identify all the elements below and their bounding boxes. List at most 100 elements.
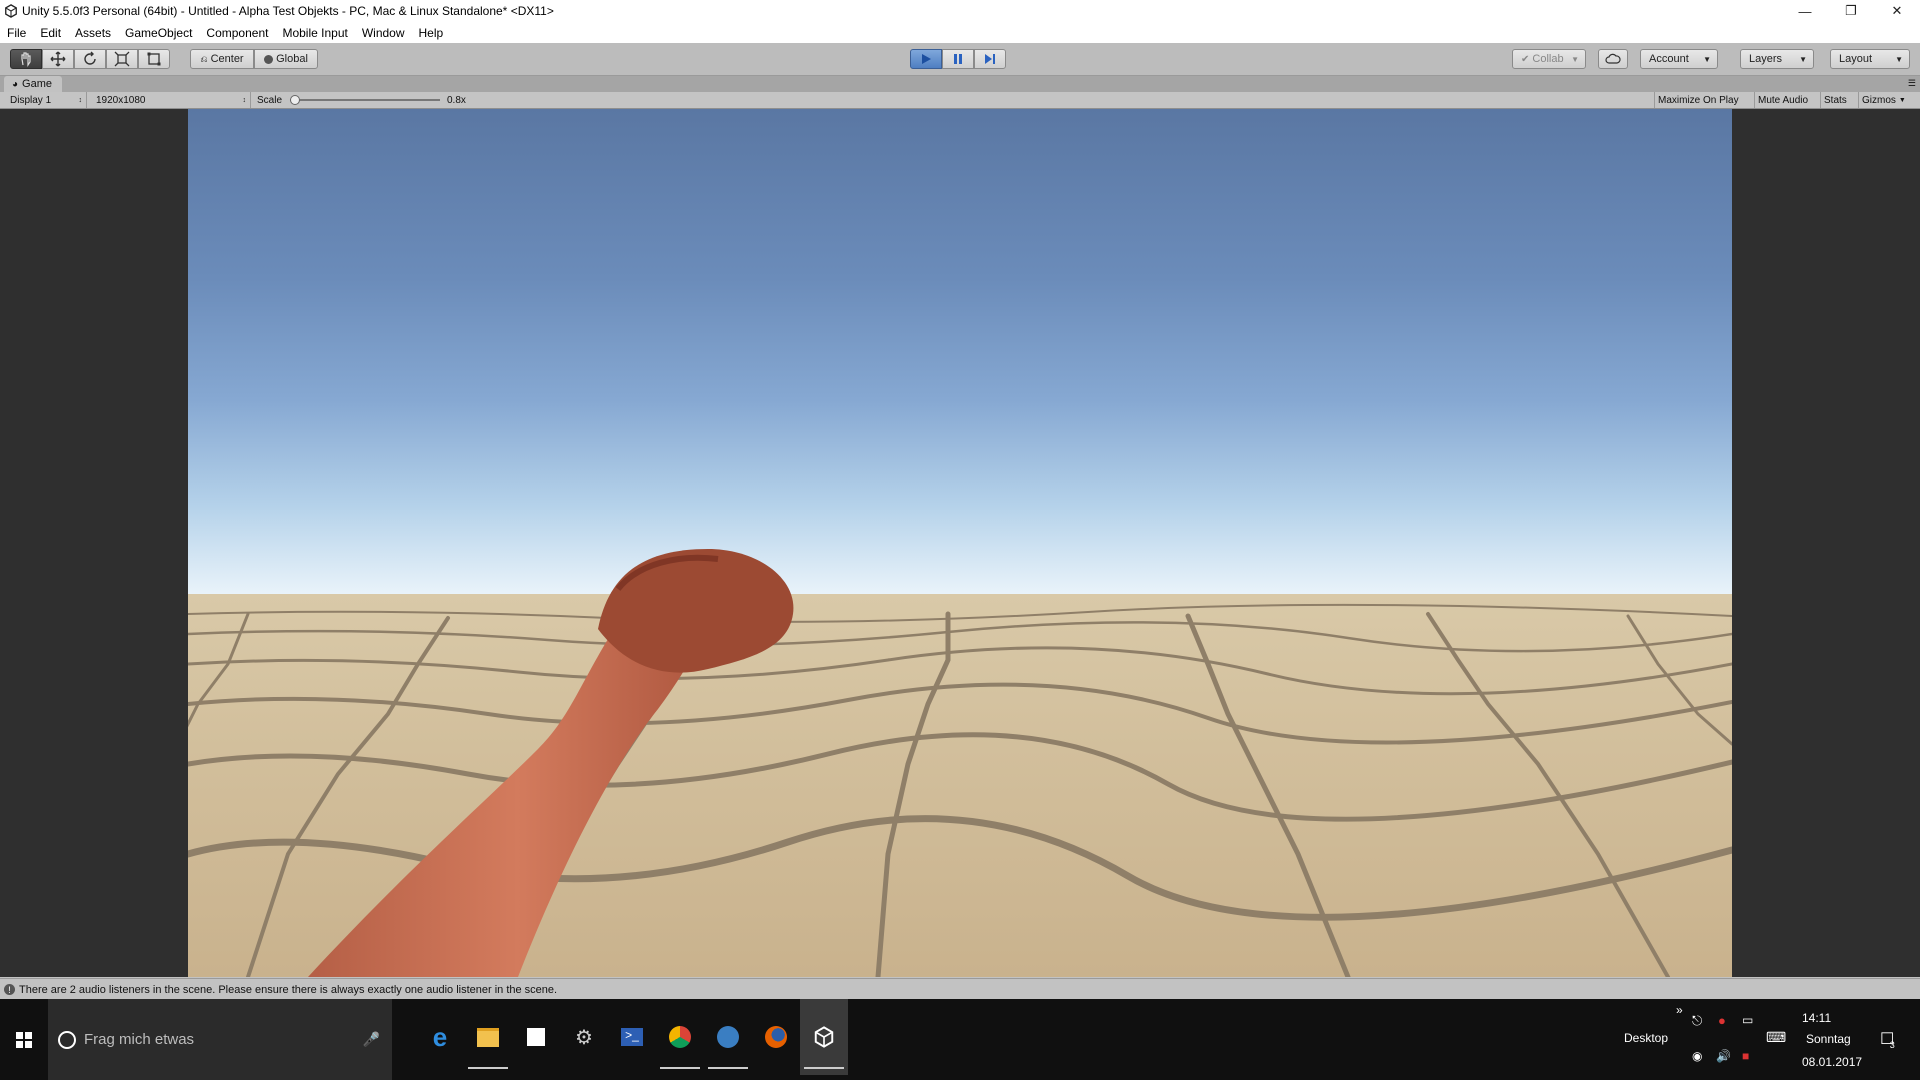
step-icon bbox=[985, 54, 995, 64]
game-icon: ◕ bbox=[12, 78, 19, 90]
menu-gameobject[interactable]: GameObject bbox=[118, 26, 199, 40]
chevron-down-icon: ▼ bbox=[1799, 54, 1807, 64]
play-icon bbox=[922, 54, 931, 64]
console-status-bar[interactable]: ! There are 2 audio listeners in the sce… bbox=[0, 978, 1920, 1000]
clock-day[interactable]: Sonntag bbox=[1806, 1032, 1851, 1046]
globe-icon bbox=[264, 54, 274, 64]
pause-button[interactable] bbox=[942, 49, 974, 69]
menu-mobile-input[interactable]: Mobile Input bbox=[275, 26, 354, 40]
collab-label: Collab bbox=[1532, 53, 1564, 65]
scale-slider[interactable] bbox=[290, 92, 440, 108]
scale-label: Scale bbox=[257, 94, 283, 106]
account-dropdown[interactable]: Account ▼ bbox=[1640, 49, 1718, 69]
menu-file[interactable]: File bbox=[0, 26, 33, 40]
cortana-search-box[interactable]: Frag mich etwas 🎤 bbox=[48, 999, 392, 1080]
move-tool-icon bbox=[50, 51, 66, 67]
taskbar-app-unity[interactable] bbox=[800, 999, 848, 1075]
rect-tool-button[interactable] bbox=[138, 49, 170, 69]
status-message: There are 2 audio listeners in the scene… bbox=[19, 983, 558, 996]
panel-menu-icon[interactable]: ☰ bbox=[1908, 78, 1916, 89]
display-dropdown[interactable]: Display 1 ↕ bbox=[10, 92, 87, 108]
taskbar-app-explorer[interactable] bbox=[464, 999, 512, 1075]
display-label: Display 1 bbox=[10, 94, 52, 106]
menu-window[interactable]: Window bbox=[355, 26, 412, 40]
menu-edit[interactable]: Edit bbox=[33, 26, 68, 40]
check-icon: ✔ bbox=[1521, 53, 1530, 65]
tab-game[interactable]: ◕ Game bbox=[4, 76, 63, 92]
taskbar-app-firefox[interactable] bbox=[752, 999, 800, 1075]
mute-audio-toggle[interactable]: Mute Audio bbox=[1754, 92, 1811, 108]
layout-dropdown[interactable]: Layout ▼ bbox=[1830, 49, 1910, 69]
account-label: Account bbox=[1649, 53, 1689, 65]
maximize-on-play-toggle[interactable]: Maximize On Play bbox=[1654, 92, 1742, 108]
space-label: Global bbox=[276, 53, 308, 65]
taskbar-app-edge[interactable]: e bbox=[416, 999, 464, 1075]
close-icon[interactable]: ✕ bbox=[1874, 0, 1920, 22]
layout-label: Layout bbox=[1839, 53, 1873, 65]
move-tool-button[interactable] bbox=[42, 49, 74, 69]
tray-warning-icon[interactable]: ■ bbox=[1742, 1049, 1749, 1063]
action-center-button[interactable]: ☐ 3 bbox=[1880, 1029, 1903, 1050]
cloud-icon bbox=[1605, 53, 1621, 64]
edge-icon: e bbox=[432, 1021, 448, 1052]
store-icon bbox=[527, 1028, 545, 1046]
tools-icon: ⚙ bbox=[575, 1026, 593, 1049]
tab-game-label: Game bbox=[22, 78, 53, 90]
collab-dropdown[interactable]: ✔ Collab ▼ bbox=[1512, 49, 1586, 69]
unity-icon bbox=[814, 1026, 834, 1048]
powershell-icon: >_ bbox=[621, 1028, 643, 1046]
gizmos-dropdown[interactable]: Gizmos ▼ bbox=[1858, 92, 1909, 108]
taskbar-app-tools[interactable]: ⚙ bbox=[560, 999, 608, 1075]
windows-logo-icon bbox=[16, 1031, 32, 1048]
chevron-updown-icon: ↕ bbox=[242, 96, 247, 104]
pivot-toggle-button[interactable]: ⎌ Center bbox=[190, 49, 254, 69]
running-indicator bbox=[660, 1067, 700, 1069]
menu-assets[interactable]: Assets bbox=[68, 26, 118, 40]
show-hidden-icons[interactable]: » bbox=[1676, 1003, 1683, 1017]
restore-icon[interactable]: ❐ bbox=[1828, 0, 1874, 22]
microphone-icon[interactable]: 🎤 bbox=[363, 1031, 380, 1048]
start-button[interactable] bbox=[0, 999, 48, 1080]
cloud-button[interactable] bbox=[1598, 49, 1628, 69]
volume-icon[interactable]: 🔊 bbox=[1716, 1049, 1731, 1063]
play-button[interactable] bbox=[910, 49, 942, 69]
scale-slider-thumb[interactable] bbox=[290, 95, 300, 105]
clock-date[interactable]: 08.01.2017 bbox=[1802, 1055, 1862, 1069]
desktop-toolbar[interactable]: Desktop bbox=[1624, 1031, 1668, 1045]
player-arm bbox=[308, 549, 794, 977]
taskbar-app-chrome[interactable] bbox=[656, 999, 704, 1075]
layers-dropdown[interactable]: Layers ▼ bbox=[1740, 49, 1814, 69]
shield-icon[interactable]: ⎋ bbox=[1692, 1013, 1702, 1029]
hand-tool-button[interactable] bbox=[10, 49, 42, 69]
file-explorer-icon bbox=[477, 1027, 499, 1047]
resolution-dropdown[interactable]: 1920x1080 ↕ bbox=[96, 92, 251, 108]
game-panel-header: ◕ Game ☰ bbox=[0, 76, 1920, 92]
running-indicator bbox=[804, 1067, 844, 1069]
hand-tool-icon bbox=[21, 52, 31, 67]
thunderbird-icon bbox=[717, 1026, 739, 1048]
chevron-down-icon: ▼ bbox=[1895, 54, 1903, 64]
taskbar-app-thunderbird[interactable] bbox=[704, 999, 752, 1075]
game-viewport[interactable] bbox=[188, 109, 1732, 977]
keyboard-icon[interactable]: ⌨ bbox=[1766, 1029, 1786, 1046]
space-toggle-button[interactable]: Global bbox=[254, 49, 318, 69]
taskbar-app-store[interactable] bbox=[512, 999, 560, 1075]
network-icon[interactable]: ◉ bbox=[1692, 1049, 1702, 1063]
stats-toggle[interactable]: Stats bbox=[1820, 92, 1850, 108]
firefox-icon bbox=[765, 1026, 787, 1048]
scale-tool-button[interactable] bbox=[106, 49, 138, 69]
resolution-label: 1920x1080 bbox=[96, 94, 146, 106]
menu-component[interactable]: Component bbox=[199, 26, 275, 40]
step-button[interactable] bbox=[974, 49, 1006, 69]
tray-app-icon[interactable]: ● bbox=[1718, 1013, 1726, 1028]
minimize-icon[interactable]: — bbox=[1782, 0, 1828, 22]
cortana-icon bbox=[58, 1030, 76, 1049]
unity-logo-icon bbox=[5, 4, 17, 18]
menu-bar: File Edit Assets GameObject Component Mo… bbox=[0, 22, 1920, 44]
rotate-tool-button[interactable] bbox=[74, 49, 106, 69]
menu-help[interactable]: Help bbox=[412, 26, 451, 40]
display-icon[interactable]: ▭ bbox=[1742, 1013, 1753, 1027]
clock-time[interactable]: 14:11 bbox=[1802, 1011, 1831, 1025]
pivot-icon: ⎌ bbox=[200, 53, 208, 64]
taskbar-app-powershell[interactable]: >_ bbox=[608, 999, 656, 1075]
